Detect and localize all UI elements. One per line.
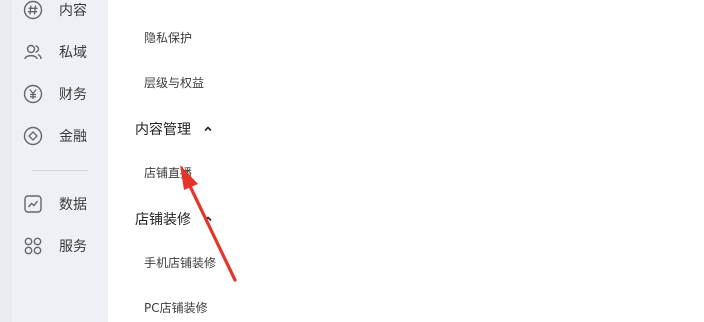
- sidebar-item-banking[interactable]: 金融: [23, 124, 87, 148]
- chevron-up-icon: [204, 126, 212, 132]
- sidebar-item-content[interactable]: 内容: [23, 0, 87, 22]
- secondary-menu-panel: 隐私保护 层级与权益 内容管理 店铺直播 店铺装修 手机店铺装修 PC店铺装修: [108, 0, 704, 322]
- sidebar-item-data[interactable]: 数据: [23, 192, 87, 216]
- sidebar-item-label: 金融: [59, 129, 87, 145]
- menu-item-store-live[interactable]: 店铺直播: [144, 164, 192, 181]
- group-header-content-management[interactable]: 内容管理: [135, 119, 213, 139]
- sidebar-item-label: 服务: [59, 239, 87, 255]
- sidebar-divider: [32, 170, 88, 171]
- group-title: 店铺装修: [135, 212, 191, 228]
- users-icon: [24, 44, 42, 60]
- sidebar-item-label: 内容: [59, 3, 87, 19]
- primary-sidebar: 内容 私域 财务 金融 数据 服务: [12, 0, 108, 322]
- chart-icon: [24, 195, 42, 213]
- menu-item-privacy[interactable]: 隐私保护: [144, 29, 192, 46]
- yuan-icon: [23, 84, 43, 104]
- sidebar-item-private-domain[interactable]: 私域: [23, 40, 87, 64]
- menu-item-pc-store-decoration[interactable]: PC店铺装修: [144, 299, 208, 316]
- sidebar-item-finance[interactable]: 财务: [23, 82, 87, 106]
- group-title: 内容管理: [135, 122, 191, 138]
- sidebar-item-label: 财务: [59, 87, 87, 103]
- finance-circle-icon: [23, 126, 43, 146]
- group-header-store-decoration[interactable]: 店铺装修: [135, 209, 213, 229]
- menu-item-mobile-store-decoration[interactable]: 手机店铺装修: [144, 254, 216, 271]
- sidebar-item-label: 数据: [59, 197, 87, 213]
- menu-item-levels-benefits[interactable]: 层级与权益: [144, 74, 204, 91]
- grid-icon: [24, 237, 42, 255]
- sidebar-item-label: 私域: [59, 45, 87, 61]
- window-edge-rail: [0, 0, 12, 322]
- hashtag-icon: [23, 0, 43, 20]
- sidebar-item-services[interactable]: 服务: [23, 234, 87, 258]
- chevron-up-icon: [204, 216, 212, 222]
